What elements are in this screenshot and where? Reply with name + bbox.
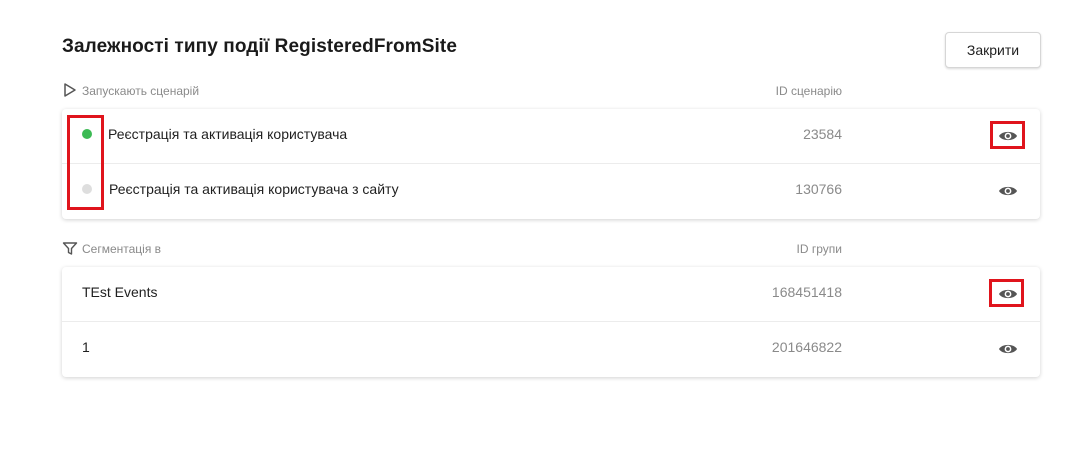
segment-id: 201646822 [771, 339, 842, 355]
page-title: Залежності типу події RegisteredFromSite [62, 36, 457, 57]
filter-icon [62, 240, 78, 256]
scenario-id: 130766 [795, 181, 842, 197]
scenarios-list: Реєстрація та активація користувача 2358… [62, 109, 1040, 219]
segment-id: 168451418 [771, 284, 842, 300]
segmentation-section-header: Сегментація в ID групи [62, 240, 842, 258]
scenarios-section-header: Запускають сценарій ID сценарію [62, 82, 842, 100]
scenario-name: Реєстрація та активація користувача з са… [109, 181, 399, 197]
scenario-name: Реєстрація та активація користувача [108, 126, 348, 142]
play-icon [62, 82, 78, 98]
segment-name: 1 [82, 339, 90, 355]
view-eye-icon[interactable] [998, 341, 1018, 357]
scenario-row[interactable]: Реєстрація та активація користувача 2358… [62, 109, 1040, 164]
segment-row[interactable]: 1 201646822 [62, 322, 1040, 377]
view-eye-icon[interactable] [998, 128, 1018, 144]
segment-row[interactable]: TEst Events 168451418 [62, 267, 1040, 322]
status-dot-active [82, 129, 92, 139]
view-eye-icon[interactable] [998, 286, 1018, 302]
segment-name: TEst Events [82, 284, 158, 300]
close-button[interactable]: Закрити [945, 32, 1041, 68]
view-eye-icon[interactable] [998, 183, 1018, 199]
scenarios-section-label: Запускають сценарій [82, 84, 200, 98]
segmentation-list: TEst Events 168451418 1 201646822 [62, 267, 1040, 377]
segmentation-section-label: Сегментація в [82, 242, 162, 256]
scenario-id: 23584 [803, 126, 842, 142]
scenario-id-column-header: ID сценарію [775, 84, 842, 98]
status-dot-inactive [82, 184, 92, 194]
group-id-column-header: ID групи [796, 242, 842, 256]
scenario-row[interactable]: Реєстрація та активація користувача з са… [62, 164, 1040, 219]
